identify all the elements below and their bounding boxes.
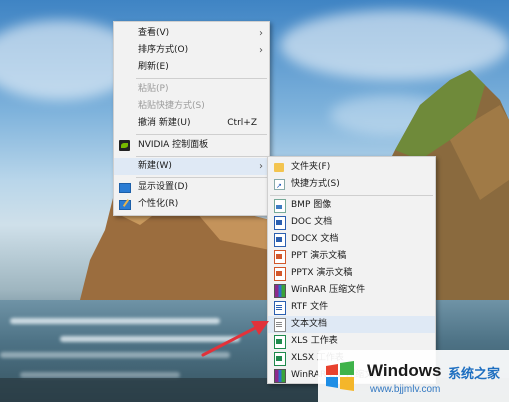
- menu-item-undo-new[interactable]: 撤消 新建(U) Ctrl+Z: [114, 115, 269, 132]
- submenu-item-label: DOC 文档: [291, 217, 333, 227]
- submenu-item-label: PPTX 演示文稿: [291, 268, 353, 278]
- personalize-icon: [119, 199, 131, 210]
- display-settings-icon: [119, 183, 131, 193]
- menu-item-paste[interactable]: 粘贴(P): [114, 81, 269, 98]
- watermark-url: www.bjjmlv.com: [370, 384, 441, 395]
- menu-item-label: 撤消 新建(U): [138, 118, 191, 128]
- folder-icon: [274, 163, 284, 172]
- menu-item-new[interactable]: 新建(W) ›: [114, 158, 269, 175]
- watermark-title: Windows: [367, 361, 442, 380]
- submenu-item-folder[interactable]: 文件夹(F): [268, 159, 435, 176]
- nvidia-icon: [119, 140, 130, 151]
- xls-file-icon: [274, 335, 286, 349]
- menu-separator: [136, 177, 267, 178]
- annotation-arrow: [201, 321, 269, 357]
- menu-separator: [270, 195, 433, 196]
- submenu-arrow-icon: ›: [259, 28, 263, 39]
- menu-item-label: NVIDIA 控制面板: [138, 140, 209, 150]
- submenu-item-label: BMP 图像: [291, 200, 332, 210]
- submenu-item-label: WinRAR 压缩文件: [291, 285, 366, 295]
- submenu-item-pptx[interactable]: PPTX 演示文稿: [268, 265, 435, 282]
- watermark-title-cn: 系统之家: [448, 367, 501, 382]
- submenu-item-label: RTF 文件: [291, 302, 329, 312]
- menu-item-label: 新建(W): [138, 161, 172, 171]
- menu-item-label: 显示设置(D): [138, 182, 188, 192]
- menu-item-label: 刷新(E): [138, 62, 169, 72]
- winrar-icon: [274, 284, 286, 298]
- menu-item-label: 个性化(R): [138, 199, 179, 209]
- menu-item-personalize[interactable]: 个性化(R): [114, 196, 269, 213]
- xlsx-file-icon: [274, 352, 286, 366]
- submenu-item-label: DOCX 文档: [291, 234, 339, 244]
- docx-file-icon: [274, 233, 286, 247]
- submenu-item-doc[interactable]: DOC 文档: [268, 214, 435, 231]
- rtf-file-icon: [274, 301, 286, 315]
- pptx-file-icon: [274, 267, 286, 281]
- submenu-item-bmp[interactable]: BMP 图像: [268, 197, 435, 214]
- menu-item-refresh[interactable]: 刷新(E): [114, 59, 269, 76]
- submenu-item-winrar[interactable]: WinRAR 压缩文件: [268, 282, 435, 299]
- ppt-file-icon: [274, 250, 286, 264]
- menu-separator: [136, 134, 267, 135]
- submenu-item-rtf[interactable]: RTF 文件: [268, 299, 435, 316]
- menu-item-display-settings[interactable]: 显示设置(D): [114, 179, 269, 196]
- submenu-item-label: 文件夹(F): [291, 162, 331, 172]
- winrar-zip-icon: [274, 369, 286, 383]
- menu-item-nvidia[interactable]: NVIDIA 控制面板: [114, 137, 269, 154]
- submenu-item-label: 快捷方式(S): [291, 179, 340, 189]
- menu-item-view[interactable]: 查看(V) ›: [114, 25, 269, 42]
- bmp-file-icon: [274, 199, 286, 213]
- menu-item-label: 查看(V): [138, 28, 170, 38]
- submenu-item-ppt[interactable]: PPT 演示文稿: [268, 248, 435, 265]
- submenu-item-label: PPT 演示文稿: [291, 251, 347, 261]
- submenu-item-xls[interactable]: XLS 工作表: [268, 333, 435, 350]
- watermark: Windows 系统之家 www.bjjmlv.com: [318, 350, 509, 402]
- menu-item-label: 粘贴(P): [138, 84, 169, 94]
- shortcut-icon: ↗: [274, 179, 285, 190]
- windows-logo-icon: [326, 361, 354, 391]
- menu-item-label: 排序方式(O): [138, 45, 189, 55]
- submenu-item-label: 文本文档: [291, 319, 328, 329]
- submenu-arrow-icon: ›: [259, 45, 263, 56]
- menu-separator: [136, 156, 267, 157]
- menu-item-paste-shortcut[interactable]: 粘贴快捷方式(S): [114, 98, 269, 115]
- submenu-item-shortcut[interactable]: ↗ 快捷方式(S): [268, 176, 435, 193]
- submenu-item-docx[interactable]: DOCX 文档: [268, 231, 435, 248]
- submenu-item-label: XLS 工作表: [291, 336, 338, 346]
- desktop-context-menu: 查看(V) › 排序方式(O) › 刷新(E) 粘贴(P) 粘贴快捷方式(S) …: [113, 21, 270, 216]
- menu-item-sort-by[interactable]: 排序方式(O) ›: [114, 42, 269, 59]
- menu-separator: [136, 78, 267, 79]
- menu-item-label: 粘贴快捷方式(S): [138, 101, 205, 111]
- menu-item-shortcut: Ctrl+Z: [227, 118, 257, 128]
- doc-file-icon: [274, 216, 286, 230]
- submenu-item-text-document[interactable]: 文本文档: [268, 316, 435, 333]
- submenu-arrow-icon: ›: [259, 161, 263, 172]
- text-file-icon: [274, 318, 286, 332]
